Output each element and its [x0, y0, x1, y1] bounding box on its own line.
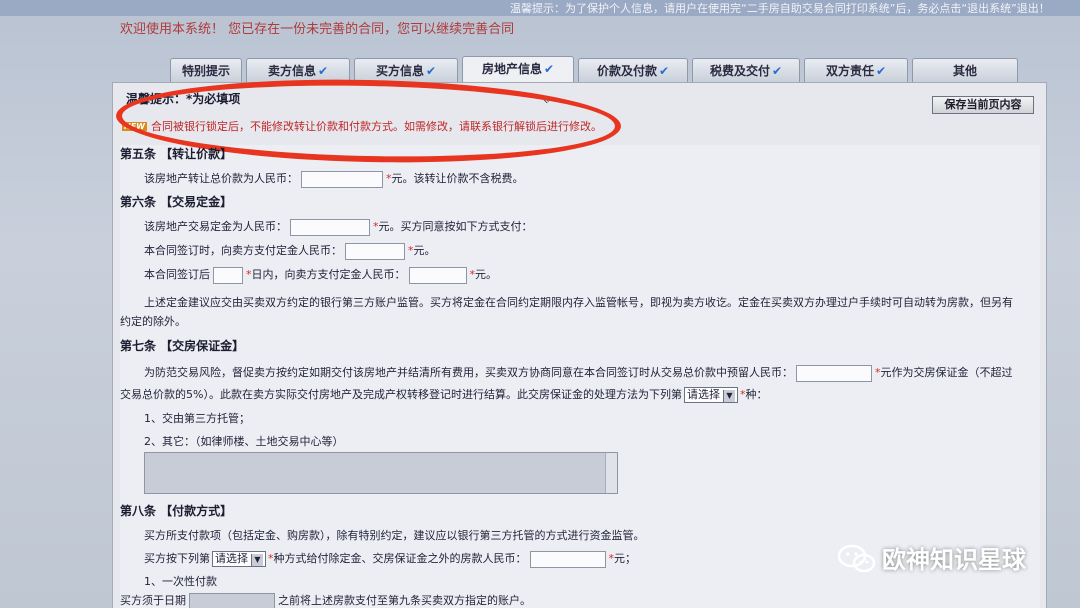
article8-line4: 买方须于日期 之前将上述房款支付至第九条买卖双方指定的账户。 — [120, 592, 531, 608]
tab-label: 其他 — [952, 64, 977, 78]
handover-deposit-input[interactable] — [796, 364, 872, 382]
label: 买方按下列第 — [144, 552, 210, 565]
scrollbar[interactable] — [605, 453, 617, 493]
deposit-later-input[interactable] — [408, 266, 467, 284]
label: 元； — [614, 552, 636, 565]
article6-para2: 约定的除外。 — [120, 315, 186, 328]
select-value: 请选择 — [215, 552, 248, 565]
welcome-message: 欢迎使用本系统！ 您已存在一份未完善的合同，您可以继续完善合同 — [120, 22, 515, 37]
article6-line1: 该房地产交易定金为人民币： *元。买方同意按如下方式支付： — [144, 218, 533, 236]
chevron-down-icon: ▼ — [251, 554, 263, 566]
label: 为防范交易风险，督促卖方按约定如期交付该房地产并结清所有费用，买卖双方协商同意在… — [144, 366, 793, 379]
tab-special-notice[interactable]: 特别提示 — [170, 58, 242, 84]
tab-tax-delivery[interactable]: 税费及交付 ✔ — [692, 58, 800, 84]
payment-date-input[interactable] — [189, 592, 275, 608]
payment-method-select[interactable]: 请选择 ▼ — [212, 551, 266, 567]
handover-method-select[interactable]: 请选择 ▼ — [683, 387, 738, 403]
article5-line1: 该房地产转让总价款为人民币： *元。该转让价款不含税费。 — [144, 170, 524, 188]
article6-para1: 上述定金建议应交由买卖双方约定的银行第三方账户监管。买方将定金在合同约定期限内存… — [144, 296, 1013, 309]
tab-price-payment[interactable]: 价款及付款 ✔ — [578, 58, 688, 84]
article6-title: 第六条 【交易定金】 — [120, 195, 233, 209]
tab-label: 价款及付款 — [596, 64, 657, 78]
label: 该房地产转让总价款为人民币： — [144, 172, 298, 185]
article7-option2: 2、其它：（如律师楼、土地交易中心等） — [144, 435, 344, 448]
top-notice-bar: 温馨提示：为了保护个人信息，请用户在使用完“二手房自助交易合同打印系统”后，务必… — [0, 0, 1080, 16]
tab-label: 税费及交付 — [709, 64, 770, 78]
wechat-icon — [838, 544, 876, 573]
tab-label: 房地产信息 — [481, 62, 542, 76]
label: 交易总价款的5%）。此款在卖方实际交付房地产及完成产权转移登记时进行结算。此交房… — [120, 388, 682, 401]
label: 元。买方同意按如下方式支付： — [378, 220, 533, 233]
deposit-total-input[interactable] — [290, 218, 370, 236]
check-icon: ✔ — [771, 64, 783, 78]
watermark: 欧神知识星球 — [838, 540, 1026, 575]
article7-para1: 为防范交易风险，督促卖方按约定如期交付该房地产并结清所有费用，买卖双方协商同意在… — [144, 364, 1013, 382]
days-after-signing-input[interactable] — [213, 266, 243, 284]
remaining-payment-input[interactable] — [529, 550, 606, 568]
tab-property-info[interactable]: 房地产信息 ✔ — [462, 56, 574, 84]
label: 元。 — [475, 268, 497, 281]
save-current-page-button[interactable]: 保存当前页内容 — [932, 96, 1034, 114]
label: 买方须于日期 — [120, 594, 186, 607]
article8-option1: 1、一次性付款 — [144, 575, 217, 588]
total-price-input[interactable] — [301, 170, 383, 188]
check-icon: ✔ — [875, 64, 887, 78]
label: 种： — [745, 388, 768, 401]
label: 元。 — [413, 244, 436, 257]
article6-line3: 本合同签订后 *日内，向卖方支付定金人民币： *元。 — [144, 266, 497, 284]
label: 本合同签订时，向卖方支付定金人民币： — [144, 244, 342, 257]
article5-title: 第五条 【转让价款】 — [120, 147, 233, 161]
label: 该房地产交易定金为人民币： — [144, 220, 287, 233]
tab-other[interactable]: 其他 — [912, 58, 1018, 84]
top-notice-text: 温馨提示：为了保护个人信息，请用户在使用完“二手房自助交易合同打印系统”后，务必… — [510, 2, 1050, 15]
tab-label: 双方责任 — [825, 64, 874, 78]
tab-mutual-liability[interactable]: 双方责任 ✔ — [804, 58, 908, 84]
article6-line2: 本合同签订时，向卖方支付定金人民币： *元。 — [144, 242, 436, 260]
check-icon: ✔ — [317, 64, 329, 78]
check-icon: ✔ — [425, 64, 437, 78]
label: 日内，向卖方支付定金人民币： — [251, 268, 406, 281]
tab-label: 特别提示 — [181, 64, 230, 78]
article7-title: 第七条 【交房保证金】 — [120, 339, 245, 353]
check-icon: ✔ — [658, 64, 670, 78]
chevron-down-icon: ▼ — [722, 390, 735, 402]
article7-option1: 1、交由第三方托管； — [144, 412, 250, 425]
label: 元。该转让价款不含税费。 — [391, 172, 524, 185]
article8-line2: 买方按下列第 请选择 ▼ *种方式给付除定金、交房保证金之外的房款人民币： *元； — [144, 550, 636, 568]
label: 之前将上述房款支付至第九条买卖双方指定的账户。 — [278, 594, 531, 607]
tab-label: 卖方信息 — [267, 64, 316, 78]
select-value: 请选择 — [686, 388, 720, 401]
article7-para2: 交易总价款的5%）。此款在卖方实际交付房地产及完成产权转移登记时进行结算。此交房… — [120, 386, 767, 403]
tab-label: 买方信息 — [375, 64, 424, 78]
label: 元作为交房保证金（不超过 — [880, 366, 1013, 379]
label: 本合同签订后 — [144, 268, 210, 281]
check-icon: ✔ — [543, 62, 555, 76]
label: 种方式给付除定金、交房保证金之外的房款人民币： — [273, 552, 527, 565]
deposit-at-signing-input[interactable] — [345, 242, 405, 260]
watermark-text: 欧神知识星球 — [882, 546, 1026, 574]
other-method-textarea[interactable] — [144, 452, 618, 494]
article8-title: 第八条 【付款方式】 — [120, 504, 233, 518]
article8-para1: 买方所支付款项（包括定金、购房款），除有特别约定，建议应以银行第三方托管的方式进… — [144, 529, 645, 542]
